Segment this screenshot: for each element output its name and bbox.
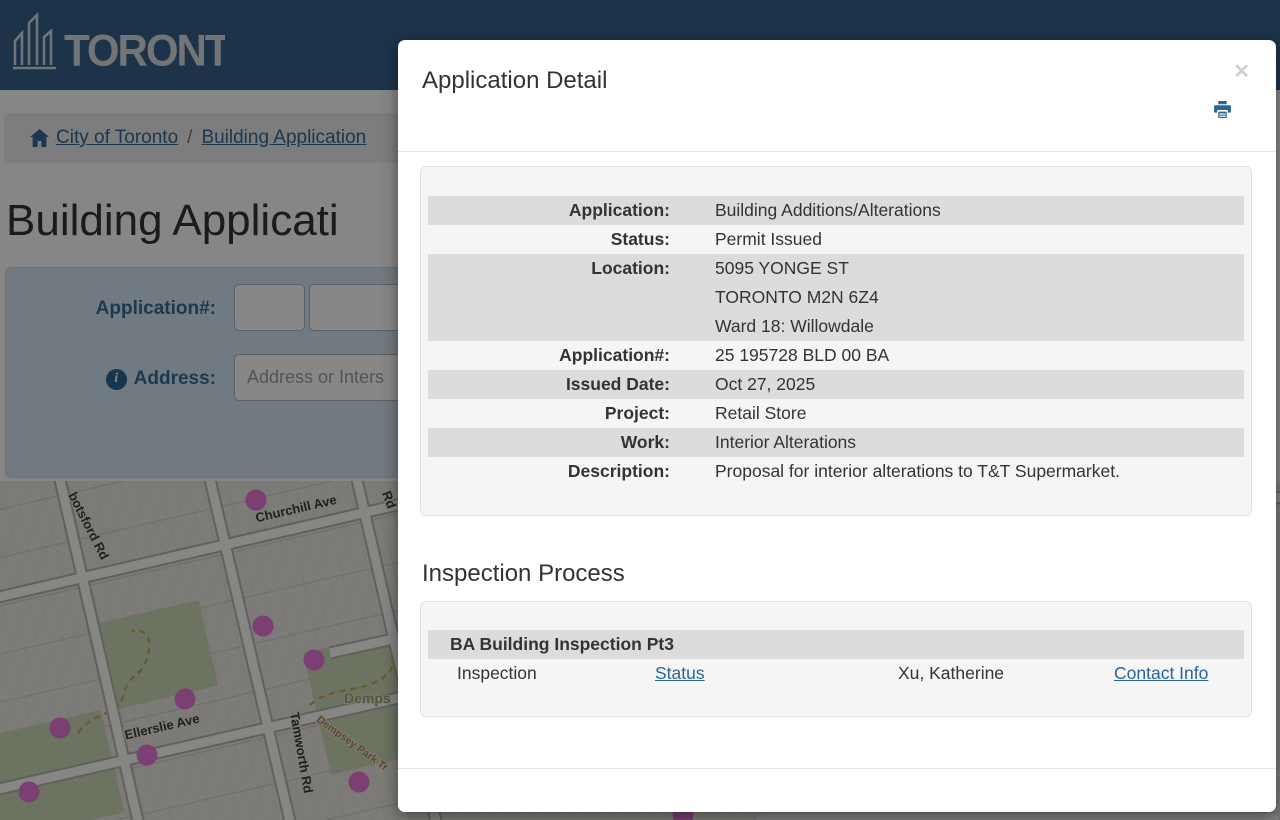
- detail-row-work: Work: Interior Alterations: [428, 428, 1244, 457]
- inspection-group-title: BA Building Inspection Pt3: [428, 630, 1244, 659]
- inspection-row: Inspection Status Xu, Katherine Contact …: [428, 659, 1244, 688]
- inspector-name: Xu, Katherine: [898, 659, 1114, 688]
- detail-row-application: Application: Building Additions/Alterati…: [428, 196, 1244, 225]
- close-icon[interactable]: ✕: [1233, 62, 1250, 82]
- inspection-type: Inspection: [428, 659, 655, 688]
- contact-info-link[interactable]: Contact Info: [1114, 663, 1208, 683]
- inspection-status-link[interactable]: Status: [655, 663, 705, 683]
- print-button[interactable]: [1213, 100, 1232, 122]
- detail-row-application-number: Application#: 25 195728 BLD 00 BA: [428, 341, 1244, 370]
- modal-footer: [398, 768, 1276, 812]
- application-detail-modal: Application Detail ✕ Application: Buildi…: [398, 40, 1276, 812]
- modal-header: Application Detail ✕: [398, 40, 1276, 152]
- application-detail-panel: Application: Building Additions/Alterati…: [420, 166, 1252, 516]
- detail-row-project: Project: Retail Store: [428, 399, 1244, 428]
- modal-body: Application: Building Additions/Alterati…: [398, 152, 1276, 717]
- modal-title: Application Detail: [422, 67, 607, 95]
- inspection-process-heading: Inspection Process: [422, 560, 1252, 588]
- detail-row-description: Description: Proposal for interior alter…: [428, 457, 1244, 486]
- detail-row-status: Status: Permit Issued: [428, 225, 1244, 254]
- inspection-panel: BA Building Inspection Pt3 Inspection St…: [420, 601, 1252, 717]
- detail-row-location: Location: 5095 YONGE ST TORONTO M2N 6Z4 …: [428, 254, 1244, 341]
- detail-row-issued-date: Issued Date: Oct 27, 2025: [428, 370, 1244, 399]
- printer-icon: [1213, 100, 1232, 119]
